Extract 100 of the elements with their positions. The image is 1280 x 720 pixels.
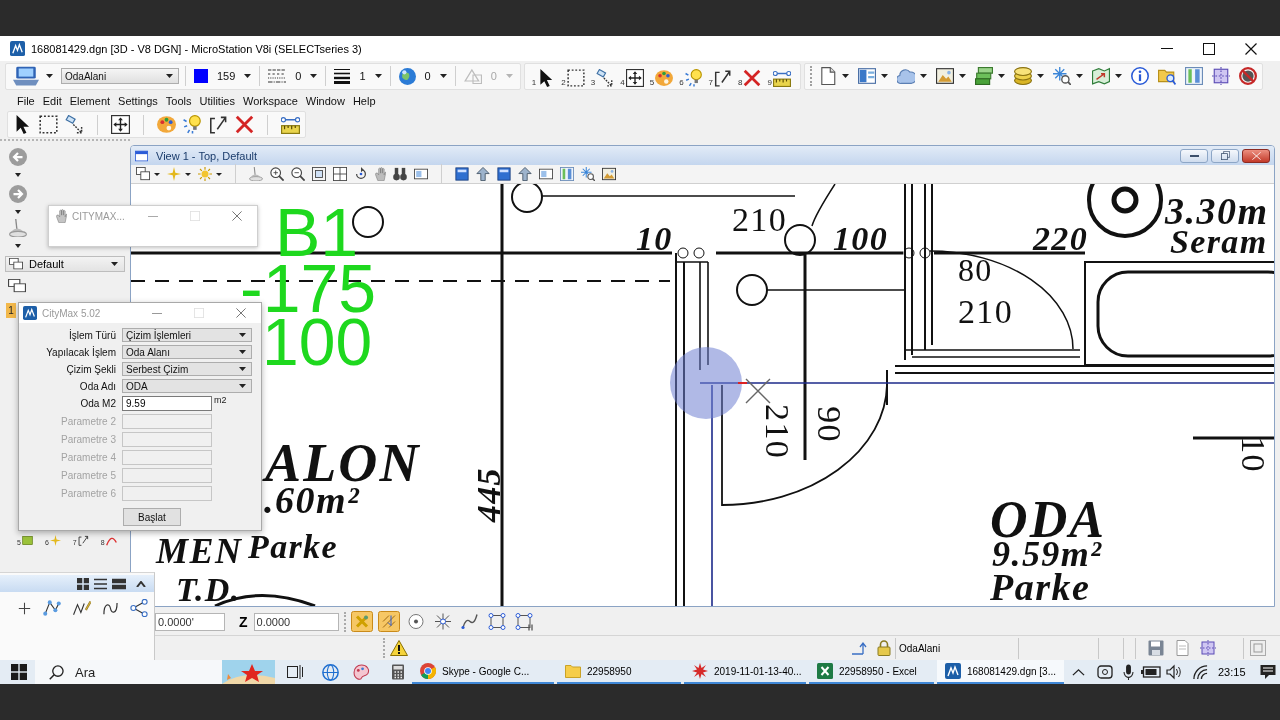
- task-view-icon[interactable]: [287, 664, 303, 680]
- webcam-icon[interactable]: [1097, 664, 1113, 680]
- tool-button[interactable]: 5: [647, 65, 678, 87]
- x-coordinate-field[interactable]: 0.0000': [155, 612, 225, 631]
- windows-logo-icon[interactable]: [11, 664, 27, 680]
- color-dropdown[interactable]: 159: [192, 66, 254, 86]
- crossed-snap-icon[interactable]: [350, 611, 373, 632]
- taskbar-app-button[interactable]: 22958950 - Excel: [809, 660, 934, 684]
- up-arrow-icon[interactable]: [518, 167, 532, 181]
- striped-columns-icon[interactable]: [1184, 67, 1203, 85]
- up-arrow-icon[interactable]: [476, 167, 490, 181]
- line-weight-dropdown[interactable]: 1: [332, 66, 384, 86]
- wide-bars-icon[interactable]: [112, 577, 126, 590]
- share-nodes-icon[interactable]: [130, 599, 148, 617]
- dropdown-field[interactable]: Serbest Çizim: [122, 362, 252, 376]
- menu-item[interactable]: Window: [305, 95, 345, 107]
- transparency-dropdown[interactable]: 0: [396, 66, 449, 86]
- globe-outline-icon[interactable]: [322, 663, 339, 681]
- polyline-icon[interactable]: [43, 599, 61, 617]
- laptop-icon[interactable]: [13, 66, 39, 86]
- taskbar-app-button[interactable]: Skype - Google C...: [412, 660, 554, 684]
- close-icon[interactable]: [1245, 42, 1257, 55]
- dropdown-field[interactable]: ODA: [122, 379, 252, 393]
- framed-grid-icon[interactable]: [333, 167, 347, 181]
- plus-icon[interactable]: [18, 601, 31, 615]
- caret-icon[interactable]: [154, 172, 160, 176]
- menu-item[interactable]: Help: [352, 95, 376, 107]
- notification-icon[interactable]: [1259, 664, 1276, 680]
- tool-button[interactable]: 3: [588, 65, 619, 87]
- filled-square-icon[interactable]: [497, 167, 511, 181]
- menu-item[interactable]: File: [17, 95, 35, 107]
- task-number-badge[interactable]: 1: [6, 303, 16, 318]
- hatched-snap-icon[interactable]: [377, 611, 400, 632]
- search-field[interactable]: Ara: [35, 660, 222, 684]
- tool-button[interactable]: 9: [765, 65, 795, 87]
- cloud-icon[interactable]: [896, 67, 915, 85]
- lock-icon[interactable]: [877, 640, 891, 656]
- dotted-square-icon[interactable]: [1200, 640, 1216, 656]
- wifi-icon[interactable]: [1193, 664, 1208, 680]
- tool-button[interactable]: 6: [677, 65, 707, 87]
- calculator-icon[interactable]: [390, 664, 406, 680]
- binoculars-icon[interactable]: [393, 167, 407, 181]
- caret-icon[interactable]: [841, 74, 849, 78]
- dropdown-field[interactable]: Oda Alanı: [122, 345, 252, 359]
- back-arrow-icon[interactable]: [9, 148, 27, 166]
- stacked-discs-icon[interactable]: [1013, 67, 1032, 85]
- minimize-button[interactable]: [1180, 148, 1208, 163]
- framed-cross-arrows-icon[interactable]: [111, 115, 130, 134]
- rotate-icon[interactable]: [354, 167, 368, 181]
- minimize-icon[interactable]: [152, 312, 162, 314]
- window-panels-icon[interactable]: [857, 67, 876, 85]
- grid-icon[interactable]: [77, 577, 89, 590]
- pencil-line-icon[interactable]: [73, 599, 91, 617]
- curve-icon[interactable]: [103, 600, 118, 616]
- caret-icon[interactable]: [880, 74, 888, 78]
- menu-item[interactable]: Settings: [118, 95, 158, 107]
- speaker-icon[interactable]: [1166, 664, 1182, 680]
- clock-text[interactable]: 23:15: [1218, 666, 1246, 678]
- caret-icon[interactable]: [958, 74, 966, 78]
- z-coordinate-field[interactable]: 0.0000: [253, 612, 339, 631]
- caret-icon[interactable]: [185, 172, 191, 176]
- forward-arrow-icon[interactable]: [9, 185, 27, 203]
- dotted-rectangle-icon[interactable]: [39, 115, 58, 134]
- prohibited-sign-icon[interactable]: [1238, 67, 1257, 85]
- warning-icon[interactable]: [390, 640, 408, 656]
- maximize-icon[interactable]: [1203, 42, 1215, 55]
- framed-picture-icon[interactable]: [602, 167, 616, 181]
- dropdown-field[interactable]: Çizim İşlemleri: [122, 328, 252, 342]
- tool-button[interactable]: 7: [706, 65, 737, 87]
- caret-icon[interactable]: [15, 210, 21, 214]
- caret-icon[interactable]: [216, 172, 222, 176]
- starfish-drawing[interactable]: [222, 660, 275, 684]
- palette-icon[interactable]: [157, 115, 176, 134]
- map-arrows-icon[interactable]: [1091, 67, 1110, 85]
- caret-icon[interactable]: [1075, 74, 1083, 78]
- fit-frame-icon[interactable]: [312, 167, 326, 181]
- caret-icon[interactable]: [919, 74, 927, 78]
- taskbar-app-button[interactable]: 22958950: [557, 660, 681, 684]
- caret-icon[interactable]: [15, 173, 21, 177]
- paint-palette-icon[interactable]: [353, 663, 370, 681]
- menu-item[interactable]: Utilities: [199, 95, 235, 107]
- close-button[interactable]: [1242, 148, 1270, 163]
- taskbar-app-button[interactable]: 2019-11-01-13-40...: [684, 660, 806, 684]
- chevron-up-icon[interactable]: [1072, 668, 1085, 676]
- level-dropdown[interactable]: OdaAlani: [61, 68, 179, 84]
- caret-icon[interactable]: [46, 74, 53, 78]
- arrow-line-icon[interactable]: [851, 640, 867, 656]
- hand-icon[interactable]: [375, 167, 386, 181]
- page-outline-icon[interactable]: [1174, 640, 1190, 656]
- tool-button[interactable]: 8: [736, 65, 766, 87]
- view-group-dropdown[interactable]: Default: [5, 256, 125, 272]
- stacked-sheets-icon[interactable]: [974, 67, 993, 85]
- menu-item[interactable]: Workspace: [242, 95, 298, 107]
- sparkle-magnifier-icon[interactable]: [581, 167, 595, 181]
- bracket-arrow-icon[interactable]: [209, 115, 228, 134]
- square-nodes-icon[interactable]: [485, 611, 508, 632]
- framed-picture-icon[interactable]: [935, 67, 954, 85]
- menu-item[interactable]: Edit: [42, 95, 62, 107]
- menu-item[interactable]: Element: [69, 95, 111, 107]
- tool-button[interactable]: 4: [618, 65, 648, 87]
